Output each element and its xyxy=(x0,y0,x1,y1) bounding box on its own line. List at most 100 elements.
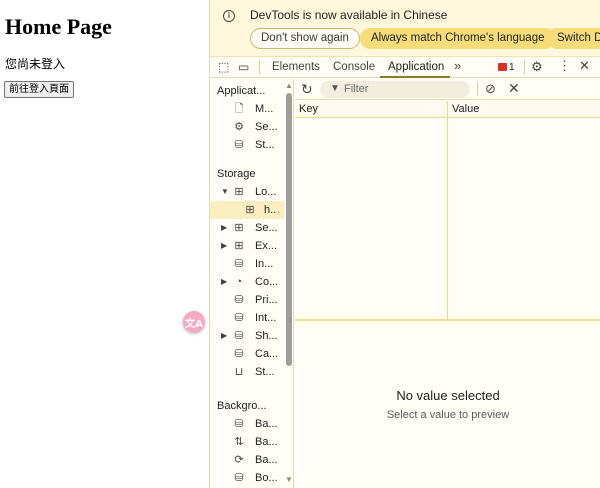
sidebar-item-local-storage-origin[interactable]: ⊞ h.. xyxy=(210,201,284,219)
clear-all-icon[interactable]: ⊘ xyxy=(485,81,496,97)
sidebar-item-label: Pri... xyxy=(255,294,278,306)
sidebar-item-label: Ba... xyxy=(255,418,278,430)
table-icon: ⊞ xyxy=(234,186,244,198)
section-label: Backgro... xyxy=(217,400,267,412)
table-icon: ⊞ xyxy=(245,204,255,216)
sidebar-item-cache-storage[interactable]: ⛁ Ca... xyxy=(210,345,284,363)
active-tab-indicator xyxy=(380,76,450,78)
sidebar-item-label: Sh... xyxy=(255,330,278,342)
settings-gear-icon[interactable]: ⚙ xyxy=(531,59,543,75)
filter-input[interactable]: ▼ Filter xyxy=(320,81,470,98)
device-toolbar-icon[interactable]: ▭ xyxy=(238,60,249,74)
inspect-element-icon[interactable]: ⬚ xyxy=(218,60,229,74)
go-to-login-button[interactable]: 前往登入頁面 xyxy=(4,81,74,98)
tab-elements[interactable]: Elements xyxy=(272,61,320,73)
column-header-key[interactable]: Key xyxy=(299,103,318,115)
filter-placeholder: Filter xyxy=(344,83,369,95)
cookie-icon: ◔ xyxy=(235,276,243,288)
sidebar-item-private-state-tokens[interactable]: ⛁ Pri... xyxy=(210,291,284,309)
gears-icon: ⚙ xyxy=(234,121,244,133)
sidebar-item-label: Ex... xyxy=(255,240,278,252)
sidebar-item-label: St... xyxy=(255,139,275,151)
language-infobar: i DevTools is now available in Chinese D… xyxy=(210,0,600,57)
database-icon: ⛁ xyxy=(234,258,244,270)
bucket-icon: ⊔ xyxy=(234,366,244,378)
chevron-right-icon[interactable]: ▶ xyxy=(221,219,227,237)
chevron-down-icon[interactable]: ▼ xyxy=(221,183,229,201)
toolbar-divider xyxy=(259,60,260,74)
sidebar-item-cookies[interactable]: ▶ ◔ Co... xyxy=(210,273,284,291)
storage-table[interactable]: Key Value xyxy=(295,101,600,321)
sidebar-item-background-fetch[interactable]: ⇅ Ba... xyxy=(210,433,284,451)
sidebar-item-service-workers[interactable]: ⚙ Se... xyxy=(210,118,284,136)
delete-selected-icon[interactable]: ✕ xyxy=(508,80,520,97)
sidebar-item-local-storage[interactable]: ▼ ⊞ Lo... xyxy=(210,183,284,201)
sidebar-item-back-forward-cache[interactable]: ⛁ Ba... xyxy=(210,415,284,433)
issues-icon xyxy=(498,63,507,72)
more-options-icon[interactable]: ⋮ xyxy=(558,58,571,74)
sidebar-item-label: Ba... xyxy=(255,436,278,448)
application-sidebar: Applicat... 🗋 M... ⚙ Se... ⛁ St... Storage … xyxy=(210,79,294,488)
chevron-right-icon[interactable]: ▶ xyxy=(221,237,227,255)
preview-title: No value selected xyxy=(396,388,500,403)
sidebar-item-label: Ca... xyxy=(255,348,279,360)
column-header-value[interactable]: Value xyxy=(452,103,479,115)
sidebar-item-interest-groups[interactable]: ⛁ Int... xyxy=(210,309,284,327)
filter-divider xyxy=(477,82,478,96)
close-devtools-icon[interactable]: ✕ xyxy=(579,58,590,74)
sidebar-item-label: Se... xyxy=(255,121,278,133)
database-icon: ⛁ xyxy=(234,312,244,324)
sidebar-item-label: Lo... xyxy=(255,186,277,198)
database-icon: ⛁ xyxy=(234,330,244,342)
chevron-right-icon[interactable]: ▶ xyxy=(221,327,227,345)
sidebar-item-storage-buckets[interactable]: ⊔ St... xyxy=(210,363,284,381)
scroll-down-icon[interactable]: ▼ xyxy=(285,475,293,484)
sidebar-item-manifest[interactable]: 🗋 M... xyxy=(210,100,284,118)
match-chrome-language-button[interactable]: Always match Chrome's language xyxy=(360,28,556,49)
sidebar-scroll-thumb[interactable] xyxy=(286,93,292,366)
document-icon: 🗋 xyxy=(234,103,244,115)
translate-icon-glyph: 文A xyxy=(185,318,203,330)
sidebar-item-shared-storage[interactable]: ▶ ⛁ Sh... xyxy=(210,327,284,345)
more-tabs-icon[interactable]: » xyxy=(454,58,461,73)
sidebar-section-background[interactable]: Backgro... xyxy=(210,397,284,415)
scroll-up-icon[interactable]: ▲ xyxy=(285,81,293,90)
devtools-panel: i DevTools is now available in Chinese D… xyxy=(209,0,600,488)
database-icon: ⛁ xyxy=(234,418,244,430)
preview-subtitle: Select a value to preview xyxy=(386,409,510,421)
sidebar-item-bounce-tracking[interactable]: ⛁ Bo... xyxy=(210,469,284,487)
column-divider[interactable] xyxy=(447,101,448,319)
sidebar-item-label: M... xyxy=(255,103,274,115)
sidebar-item-label: h.. xyxy=(264,204,277,216)
filter-toolbar: ↻ ▼ Filter ⊘ ✕ xyxy=(295,79,600,100)
refresh-icon[interactable]: ↻ xyxy=(301,81,313,98)
database-icon: ⛁ xyxy=(234,472,244,484)
sidebar-item-background-sync[interactable]: ⟳ Ba... xyxy=(210,451,284,469)
tab-console[interactable]: Console xyxy=(333,61,375,73)
sidebar-item-label: Se... xyxy=(255,222,278,234)
storage-main-panel: ↻ ▼ Filter ⊘ ✕ Key Value No value select… xyxy=(295,79,600,488)
dont-show-again-button[interactable]: Don't show again xyxy=(250,28,360,49)
issues-badge[interactable]: 1 xyxy=(498,62,515,73)
sidebar-section-storage[interactable]: Storage xyxy=(210,165,284,183)
sidebar-item-label: Bo... xyxy=(255,472,278,484)
sidebar-item-label: Int... xyxy=(255,312,277,324)
sidebar-item-label: Ba... xyxy=(255,454,278,466)
infobar-message: DevTools is now available in Chinese xyxy=(250,8,448,22)
sidebar-item-storage-overview[interactable]: ⛁ St... xyxy=(210,136,284,154)
sidebar-item-label: Co... xyxy=(255,276,279,288)
sidebar-item-session-storage[interactable]: ▶ ⊞ Se... xyxy=(210,219,284,237)
sidebar-item-indexeddb[interactable]: ⛁ In... xyxy=(210,255,284,273)
tab-application[interactable]: Application xyxy=(388,61,444,73)
sync-icon: ⟳ xyxy=(234,454,244,466)
chevron-right-icon[interactable]: ▶ xyxy=(221,273,227,291)
web-page: Home Page 您尚未登入 前往登入頁面 文A xyxy=(0,0,209,488)
database-icon: ⛁ xyxy=(234,348,244,360)
sidebar-item-extension-storage[interactable]: ▶ ⊞ Ex... xyxy=(210,237,284,255)
sidebar-section-application[interactable]: Applicat... xyxy=(210,82,284,100)
translate-icon[interactable]: 文A xyxy=(183,311,205,333)
sidebar-item-label: St... xyxy=(255,366,275,378)
filter-funnel-icon: ▼ xyxy=(330,83,340,94)
switch-devtools-language-button[interactable]: Switch De xyxy=(546,28,600,49)
login-status-text: 您尚未登入 xyxy=(5,57,66,71)
